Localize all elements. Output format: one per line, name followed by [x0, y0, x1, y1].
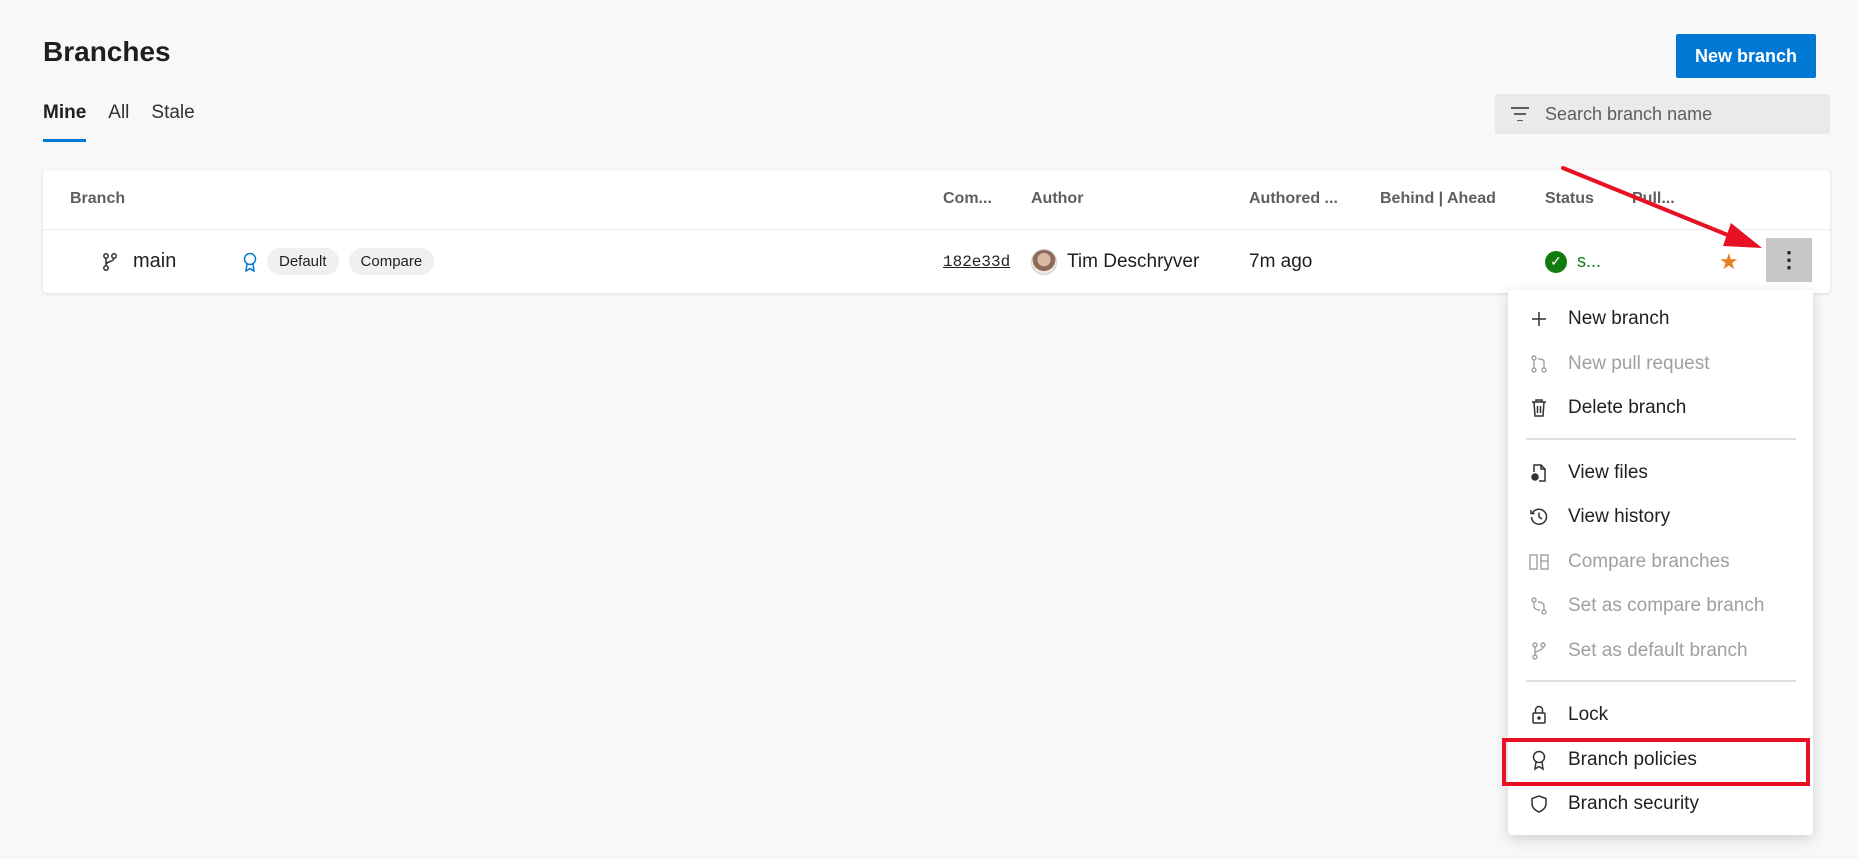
menu-divider	[1526, 680, 1796, 682]
status-link[interactable]: s...	[1577, 251, 1601, 272]
policy-ribbon-icon	[1528, 749, 1550, 771]
plus-icon	[1528, 308, 1550, 330]
menu-item-view-files[interactable]: View files	[1508, 453, 1813, 493]
new-branch-button[interactable]: New branch	[1676, 34, 1816, 78]
branches-table: Branch Com... Author Authored ... Behind…	[43, 170, 1830, 293]
authored-cell: 7m ago	[1249, 230, 1312, 293]
branch-icon	[103, 252, 117, 271]
branch-cell: main	[101, 230, 176, 293]
set-compare-icon	[1528, 595, 1550, 617]
view-files-icon	[1528, 462, 1550, 484]
column-header-status[interactable]: Status	[1545, 190, 1594, 208]
menu-item-set-default-branch: Set as default branch	[1508, 631, 1813, 671]
menu-item-label: New branch	[1568, 308, 1670, 329]
tab-bar: Mine All Stale	[43, 102, 195, 142]
column-header-authored[interactable]: Authored ...	[1249, 190, 1338, 208]
menu-item-label: View history	[1568, 506, 1671, 527]
column-header-commit[interactable]: Com...	[943, 190, 992, 208]
pull-request-icon	[1528, 353, 1550, 375]
compare-icon	[1528, 551, 1550, 573]
default-badge: Default	[267, 248, 339, 275]
menu-item-compare-branches: Compare branches	[1508, 542, 1813, 582]
branch-icon	[1528, 640, 1550, 662]
menu-item-label: Branch policies	[1568, 749, 1697, 770]
menu-item-new-branch[interactable]: New branch	[1508, 299, 1813, 339]
menu-item-view-history[interactable]: View history	[1508, 497, 1813, 537]
trash-icon	[1528, 397, 1550, 419]
favorite-cell: ★	[1719, 230, 1739, 293]
author-cell: Tim Deschryver	[1031, 230, 1199, 293]
menu-item-label: Lock	[1568, 704, 1609, 725]
menu-item-label: Delete branch	[1568, 397, 1687, 418]
menu-item-label: New pull request	[1568, 353, 1710, 374]
menu-item-label: Compare branches	[1568, 551, 1730, 572]
shield-icon	[1528, 793, 1550, 815]
column-header-pull-requests[interactable]: Pull...	[1632, 190, 1675, 208]
menu-item-branch-security[interactable]: Branch security	[1508, 784, 1813, 824]
menu-item-label: Branch security	[1568, 793, 1699, 814]
column-header-behind-ahead[interactable]: Behind | Ahead	[1380, 190, 1496, 208]
compare-badge: Compare	[348, 248, 435, 275]
menu-item-label: Set as default branch	[1568, 640, 1748, 661]
search-input[interactable]	[1545, 103, 1805, 125]
search-box[interactable]	[1495, 94, 1830, 134]
menu-item-set-compare-branch: Set as compare branch	[1508, 586, 1813, 626]
column-header-branch[interactable]: Branch	[70, 190, 125, 208]
branch-name-link[interactable]: main	[133, 250, 176, 273]
page-title: Branches	[43, 36, 171, 67]
authored-time: 7m ago	[1249, 250, 1313, 272]
menu-item-new-pull-request: New pull request	[1508, 344, 1813, 384]
menu-item-lock[interactable]: Lock	[1508, 695, 1813, 735]
tab-stale[interactable]: Stale	[151, 102, 194, 142]
author-name: Tim Deschryver	[1067, 250, 1200, 272]
tab-mine[interactable]: Mine	[43, 102, 87, 142]
filter-icon	[1511, 107, 1529, 121]
branch-policy-icon[interactable]	[241, 251, 259, 273]
more-actions-button[interactable]: ⋮	[1766, 238, 1812, 282]
avatar	[1031, 248, 1057, 275]
column-header-author[interactable]: Author	[1031, 190, 1083, 208]
status-cell: ✓ s...	[1545, 230, 1601, 293]
menu-item-label: Set as compare branch	[1568, 595, 1765, 616]
menu-item-label: View files	[1568, 462, 1648, 483]
commit-cell: 182e33d	[943, 230, 1013, 293]
commit-link[interactable]: 182e33d	[943, 253, 1013, 271]
lock-icon	[1528, 704, 1550, 726]
branch-context-menu: New branch New pull request Delete branc…	[1508, 290, 1813, 835]
history-icon	[1528, 506, 1550, 528]
branch-tags: Default Compare	[241, 230, 435, 293]
success-check-icon: ✓	[1545, 250, 1567, 273]
star-icon[interactable]: ★	[1719, 249, 1739, 275]
menu-item-delete-branch[interactable]: Delete branch	[1508, 388, 1813, 428]
menu-divider	[1526, 438, 1796, 440]
menu-item-branch-policies[interactable]: Branch policies	[1508, 740, 1813, 780]
tab-all[interactable]: All	[108, 102, 129, 142]
